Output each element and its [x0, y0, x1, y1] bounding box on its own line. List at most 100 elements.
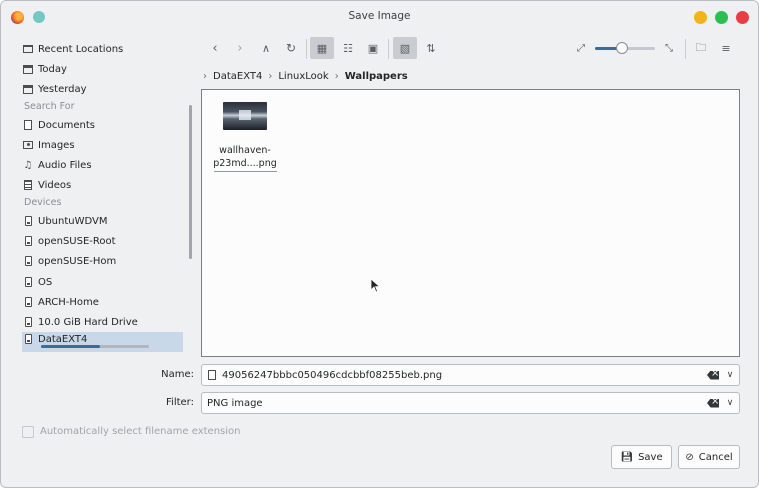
- breadcrumb-current[interactable]: Wallpapers: [345, 71, 408, 82]
- zoom-slider[interactable]: [595, 42, 655, 54]
- drive-icon: [23, 256, 33, 266]
- sidebar-item-label: openSUSE-Root: [38, 235, 116, 247]
- drive-icon: [23, 317, 33, 327]
- clear-icon[interactable]: [707, 398, 719, 408]
- name-label: Name:: [161, 369, 194, 380]
- file-name: wallhaven- p23md....png: [212, 144, 278, 170]
- zoom-out-icon: ⤢: [577, 42, 585, 54]
- file-name-line: wallhaven-: [219, 145, 271, 156]
- sidebar-item-label: DataEXT4: [38, 334, 88, 345]
- sidebar-item-label: UbuntuWDVM: [38, 215, 108, 227]
- clear-icon[interactable]: [707, 370, 719, 380]
- minimize-button[interactable]: [694, 11, 707, 24]
- cancel-icon: ⊘: [685, 451, 694, 463]
- sidebar-item-label: 10.0 GiB Hard Drive: [38, 316, 138, 328]
- chevron-up-icon: ∧: [261, 41, 271, 55]
- chevron-right-icon: ›: [268, 70, 273, 82]
- sidebar-item-videos[interactable]: Videos: [23, 176, 173, 194]
- document-icon: [23, 120, 33, 130]
- sidebar-item-os[interactable]: OS: [23, 273, 173, 291]
- chevron-down-icon[interactable]: ∨: [723, 370, 737, 380]
- sort-button[interactable]: ⇅: [421, 37, 441, 59]
- sidebar-item-opensuse-root[interactable]: openSUSE-Root: [23, 232, 173, 250]
- title-bar: Save Image: [1, 1, 758, 33]
- sidebar-section-search: Search For: [24, 101, 75, 112]
- drive-icon: [23, 277, 33, 287]
- filter-field[interactable]: PNG image ∨: [201, 392, 740, 414]
- save-image-dialog: Save Image Recent Locations Today Yester…: [0, 0, 759, 488]
- cancel-button[interactable]: ⊘ Cancel: [678, 445, 740, 469]
- name-input[interactable]: 49056247bbbc050496cdcbbf08255beb.png: [222, 370, 707, 381]
- toolbar-separator: [388, 39, 389, 59]
- sidebar-item-hard-drive[interactable]: 10.0 GiB Hard Drive: [23, 313, 173, 331]
- back-button[interactable]: ‹: [205, 37, 225, 59]
- chevron-left-icon: ‹: [212, 40, 218, 56]
- cancel-button-label: Cancel: [698, 451, 733, 463]
- toolbar-separator: [306, 39, 307, 59]
- name-field[interactable]: 49056247bbbc050496cdcbbf08255beb.png ∨: [201, 364, 740, 386]
- preview-button[interactable]: ▧: [393, 37, 417, 59]
- maximize-button[interactable]: [715, 11, 728, 24]
- sidebar-item-opensuse-home[interactable]: openSUSE-Hom: [23, 252, 173, 270]
- sidebar-item-label: Images: [38, 139, 75, 151]
- new-folder-button[interactable]: 🗀: [691, 37, 711, 59]
- reload-button[interactable]: ↻: [281, 37, 301, 59]
- new-folder-icon: 🗀: [695, 40, 707, 54]
- breadcrumb-item[interactable]: DataEXT4: [213, 71, 262, 82]
- compact-view-button[interactable]: ☷: [338, 37, 358, 59]
- sidebar-item-label: Yesterday: [38, 83, 87, 95]
- sidebar-item-label: OS: [38, 276, 53, 288]
- icons-view-button[interactable]: ▦: [310, 37, 334, 59]
- chevron-down-icon[interactable]: ∨: [723, 398, 737, 408]
- sidebar-item-label: openSUSE-Hom: [38, 255, 117, 267]
- breadcrumb: › DataEXT4 › LinuxLook › Wallpapers: [201, 68, 408, 84]
- sidebar-scrollbar[interactable]: [189, 105, 192, 259]
- toolbar-separator: [685, 39, 686, 59]
- up-button[interactable]: ∧: [256, 37, 276, 59]
- sidebar-item-arch-home[interactable]: ARCH-Home: [23, 293, 173, 311]
- sidebar-item-images[interactable]: Images: [23, 136, 173, 154]
- sidebar-item-label: Recent Locations: [38, 43, 124, 55]
- zoom-in-button[interactable]: ⤡: [660, 37, 678, 59]
- sidebar-item-ubuntuwdvm[interactable]: UbuntuWDVM: [23, 212, 173, 230]
- mouse-cursor-icon: [370, 278, 380, 293]
- sidebar-item-audio-files[interactable]: ♫ Audio Files: [23, 156, 173, 174]
- sidebar-item-yesterday[interactable]: Yesterday: [23, 80, 173, 98]
- forward-button[interactable]: ›: [230, 37, 250, 59]
- breadcrumb-item[interactable]: LinuxLook: [278, 71, 328, 82]
- video-icon: [23, 180, 33, 190]
- file-view[interactable]: wallhaven- p23md....png: [201, 89, 740, 357]
- sidebar-item-dataext4[interactable]: DataEXT4: [22, 332, 183, 352]
- drive-icon: [23, 334, 33, 344]
- sidebar-item-label: Documents: [38, 119, 96, 131]
- calendar-icon: [23, 84, 33, 94]
- sidebar-item-today[interactable]: Today: [23, 60, 173, 78]
- music-icon: ♫: [23, 159, 33, 171]
- sidebar-item-label: Today: [38, 63, 67, 75]
- disk-usage-fill: [41, 345, 101, 348]
- sidebar-item-label: ARCH-Home: [38, 296, 99, 308]
- compact-view-icon: ☷: [343, 41, 353, 55]
- wallpaper-thumbnail[interactable]: [223, 102, 267, 130]
- sidebar-item-documents[interactable]: Documents: [23, 116, 173, 134]
- filter-input[interactable]: PNG image: [207, 398, 707, 409]
- close-button[interactable]: [736, 11, 749, 24]
- auto-extension-checkbox[interactable]: [22, 426, 34, 438]
- calendar-icon: [23, 64, 33, 74]
- zoom-slider-handle[interactable]: [616, 42, 628, 54]
- zoom-out-button[interactable]: ⤢: [572, 37, 590, 59]
- options-button[interactable]: ≡: [716, 37, 736, 59]
- sidebar-item-label: Audio Files: [38, 159, 92, 171]
- file-name-line: p23md....png: [213, 158, 277, 169]
- settings-sliders-icon: ≡: [721, 41, 731, 55]
- document-icon: [208, 370, 216, 380]
- drive-icon: [23, 216, 33, 226]
- places-sidebar: Recent Locations Today Yesterday Search …: [15, 37, 183, 353]
- chevron-right-icon: ›: [203, 70, 207, 82]
- save-button[interactable]: 💾︎ Save: [611, 445, 672, 469]
- file-name-underline: [214, 171, 277, 172]
- tree-view-button[interactable]: ▣: [363, 37, 383, 59]
- reload-icon: ↻: [285, 41, 297, 55]
- drive-icon: [23, 236, 33, 246]
- sidebar-item-recent-locations[interactable]: Recent Locations: [23, 40, 173, 58]
